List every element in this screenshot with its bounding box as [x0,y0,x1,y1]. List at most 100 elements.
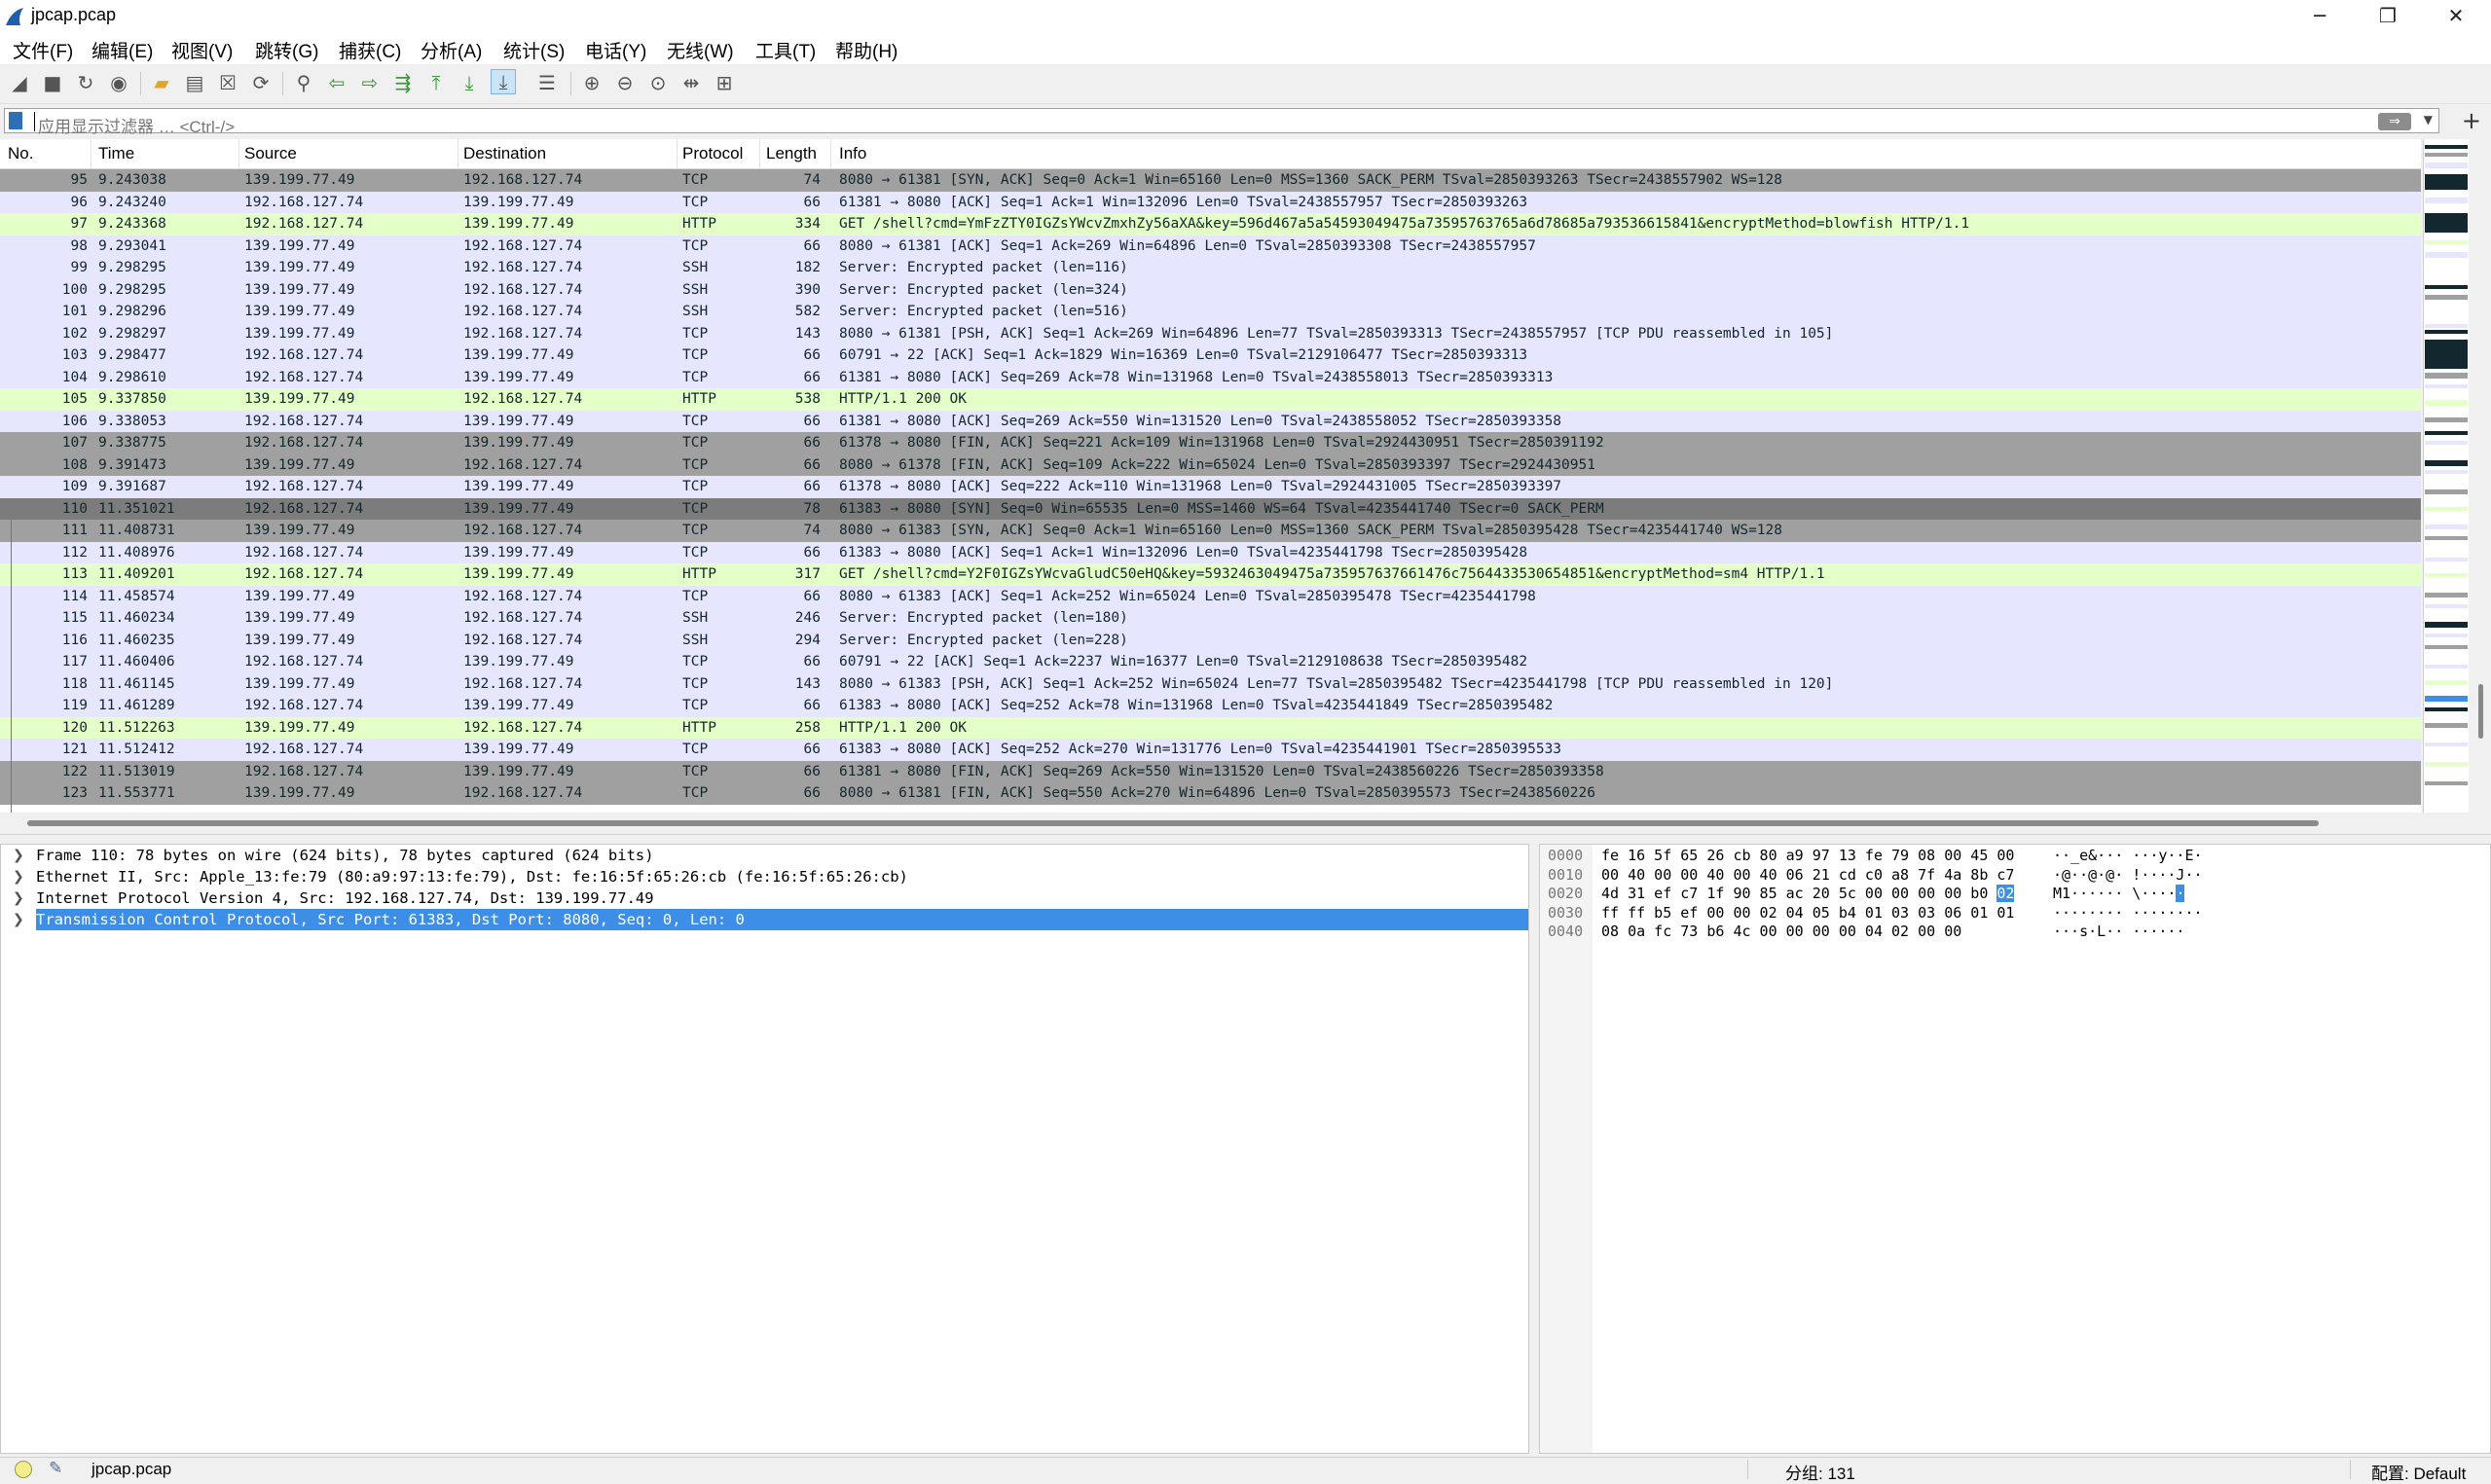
menu-tools[interactable]: 工具(T) [755,37,816,63]
column-info[interactable]: Info [839,144,866,163]
reload-file-icon[interactable]: ⟳ [249,71,273,94]
expert-info-icon[interactable] [15,1461,32,1478]
column-time[interactable]: Time [98,144,134,163]
save-file-icon[interactable]: ▤ [183,71,206,94]
go-back-icon[interactable]: ⇦ [325,71,348,94]
chevron-right-icon[interactable]: ❯ [13,887,24,909]
menu-statistics[interactable]: 统计(S) [503,37,565,63]
stop-capture-icon[interactable]: ■ [41,71,64,94]
packet-dst: 139.199.77.49 [463,698,574,713]
packet-row[interactable]: 102 9.298297 139.199.77.49 192.168.127.74 TC… [0,322,2421,344]
menu-wireless[interactable]: 无线(W) [667,37,734,63]
chevron-down-icon[interactable]: ▼ [2424,113,2433,127]
packet-proto: TCP [682,654,709,670]
bookmark-icon[interactable] [9,112,22,129]
menu-telephony[interactable]: 电话(Y) [585,37,646,63]
packet-row[interactable]: 122 11.513019 192.168.127.74 139.199.77.49 T… [0,760,2421,782]
packet-src: 192.168.127.74 [244,698,364,713]
packet-row[interactable]: 97 9.243368 192.168.127.74 139.199.77.49 HTT… [0,213,2421,235]
packet-row[interactable]: 96 9.243240 192.168.127.74 139.199.77.49 TCP… [0,191,2421,213]
chevron-right-icon[interactable]: ❯ [13,909,24,930]
restore-button[interactable]: ❐ [2354,0,2422,32]
add-filter-button-icon[interactable]: + [2462,107,2481,134]
packet-row[interactable]: 101 9.298296 139.199.77.49 192.168.127.74 SS… [0,301,2421,323]
menu-file[interactable]: 文件(F) [13,37,73,63]
zoom-in-icon[interactable]: ⊕ [580,71,604,94]
packet-bytes-pane[interactable]: 0000 fe 16 5f 65 26 cb 80 a9 97 13 fe 79 … [1539,844,2491,1454]
packet-row[interactable]: 99 9.298295 139.199.77.49 192.168.127.74 SSH… [0,257,2421,279]
vertical-scroll-thumb[interactable] [2478,684,2483,739]
column-length[interactable]: Length [766,144,817,163]
status-profile[interactable]: 配置: Default [2371,1460,2466,1484]
packet-row[interactable]: 123 11.553771 139.199.77.49 192.168.127.74 T… [0,782,2421,805]
packet-no: 120 [61,719,88,736]
packet-row[interactable]: 107 9.338775 192.168.127.74 139.199.77.49 TC… [0,432,2421,454]
packet-row[interactable]: 95 9.243038 139.199.77.49 192.168.127.74 TCP… [0,169,2421,192]
layout-icon[interactable]: ⊞ [713,71,736,94]
chevron-right-icon[interactable]: ❯ [13,845,24,866]
capture-options-icon[interactable]: ◉ [107,71,130,94]
packet-row[interactable]: 109 9.391687 192.168.127.74 139.199.77.49 TC… [0,476,2421,498]
restart-capture-icon[interactable]: ↻ [74,71,97,94]
packet-details-pane[interactable]: ❯ Frame 110: 78 bytes on wire (624 bits)… [0,844,1529,1454]
packet-row[interactable]: 108 9.391473 139.199.77.49 192.168.127.74 TC… [0,453,2421,476]
detail-row-tcp[interactable]: ❯ Transmission Control Protocol, Src Por… [1,909,1528,930]
menu-help[interactable]: 帮助(H) [835,37,897,63]
chevron-right-icon[interactable]: ❯ [13,866,24,887]
packet-row[interactable]: 106 9.338053 192.168.127.74 139.199.77.49 TC… [0,410,2421,432]
column-source[interactable]: Source [244,144,297,163]
packet-row[interactable]: 103 9.298477 192.168.127.74 139.199.77.49 TC… [0,344,2421,367]
packet-row[interactable]: 116 11.460235 139.199.77.49 192.168.127.74 S… [0,629,2421,651]
last-packet-icon[interactable]: ⤓ [458,71,481,94]
packet-row[interactable]: 98 9.293041 139.199.77.49 192.168.127.74 TCP… [0,235,2421,257]
packet-row[interactable]: 119 11.461289 192.168.127.74 139.199.77.49 T… [0,695,2421,717]
zoom-out-icon[interactable]: ⊖ [613,71,637,94]
packet-row[interactable]: 110 11.351021 192.168.127.74 139.199.77.49 T… [0,497,2421,520]
edit-comment-icon[interactable]: ✎ [49,1459,62,1478]
go-forward-icon[interactable]: ⇨ [358,71,382,94]
packet-row[interactable]: 120 11.512263 139.199.77.49 192.168.127.74 H… [0,716,2421,739]
zoom-reset-icon[interactable]: ⊙ [646,71,670,94]
menu-capture[interactable]: 捕获(C) [339,37,401,63]
column-protocol[interactable]: Protocol [682,144,743,163]
packet-row[interactable]: 100 9.298295 139.199.77.49 192.168.127.74 SS… [0,278,2421,301]
horizontal-scroll-thumb[interactable] [27,820,2319,826]
packet-minimap[interactable] [2423,139,2469,813]
menu-edit[interactable]: 编辑(E) [92,37,153,63]
packet-row[interactable]: 121 11.512412 192.168.127.74 139.199.77.49 T… [0,739,2421,761]
packet-row[interactable]: 105 9.337850 139.199.77.49 192.168.127.74 HT… [0,388,2421,411]
close-button[interactable]: ✕ [2422,0,2490,32]
packet-row[interactable]: 118 11.461145 139.199.77.49 192.168.127.74 T… [0,672,2421,695]
detail-row-ethernet[interactable]: ❯ Ethernet II, Src: Apple_13:fe:79 (80:a… [1,866,1528,887]
autoscroll-icon[interactable]: ⤓ [491,69,516,94]
packet-row[interactable]: 111 11.408731 139.199.77.49 192.168.127.74 T… [0,520,2421,542]
horizontal-scrollbar[interactable] [0,813,2421,834]
resize-columns-icon[interactable]: ⇹ [679,71,703,94]
detail-row-frame[interactable]: ❯ Frame 110: 78 bytes on wire (624 bits)… [1,845,1528,866]
packet-row[interactable]: 104 9.298610 192.168.127.74 139.199.77.49 TC… [0,366,2421,388]
packet-list[interactable]: No. Time Source Destination Protocol Len… [0,139,2421,813]
colorize-icon[interactable]: ☰ [535,71,559,94]
apply-filter-icon[interactable]: ⇒ [2378,113,2411,130]
detail-row-ipv4[interactable]: ❯ Internet Protocol Version 4, Src: 192.… [1,887,1528,909]
go-to-packet-icon[interactable]: ⇶ [391,71,415,94]
vertical-scrollbar[interactable] [2471,139,2491,813]
menu-view[interactable]: 视图(V) [171,37,233,63]
close-file-icon[interactable]: ☒ [216,71,239,94]
find-packet-icon[interactable]: ⚲ [292,71,315,94]
packet-row[interactable]: 115 11.460234 139.199.77.49 192.168.127.74 S… [0,607,2421,630]
column-destination[interactable]: Destination [463,144,546,163]
packet-row[interactable]: 117 11.460406 192.168.127.74 139.199.77.49 T… [0,651,2421,673]
open-file-icon[interactable]: ▰ [150,71,173,94]
column-no[interactable]: No. [8,144,33,163]
packet-row[interactable]: 112 11.408976 192.168.127.74 139.199.77.49 T… [0,541,2421,563]
display-filter-input[interactable]: 应用显示过滤器 … <Ctrl-/> ⇒ ▼ [4,108,2439,136]
packet-row[interactable]: 113 11.409201 192.168.127.74 139.199.77.49 H… [0,563,2421,586]
minimize-button[interactable]: ─ [2286,0,2354,32]
packet-no: 108 [61,456,88,473]
packet-row[interactable]: 114 11.458574 139.199.77.49 192.168.127.74 T… [0,585,2421,607]
start-capture-icon[interactable]: ◢ [8,71,31,94]
first-packet-icon[interactable]: ⤒ [424,71,448,94]
menu-go[interactable]: 跳转(G) [255,37,318,63]
menu-analyze[interactable]: 分析(A) [421,37,482,63]
